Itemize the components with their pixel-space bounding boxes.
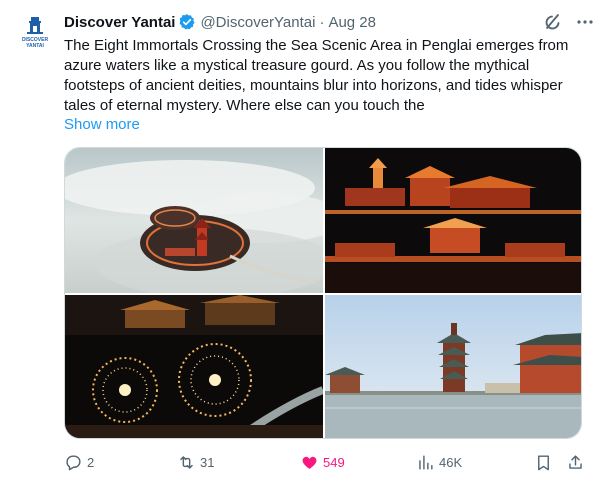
grok-icon[interactable] [543,12,563,32]
photo-pavilions-night[interactable] [325,148,581,293]
post-date[interactable]: Aug 28 [328,14,376,31]
retweet-icon [177,453,196,472]
like-button[interactable]: 549 [300,451,345,473]
tweet-text: The Eight Immortals Crossing the Sea Sce… [64,37,569,114]
like-count: 549 [323,454,345,470]
photo-aerial-penglai[interactable] [65,148,323,293]
media-grid [64,147,582,439]
display-name[interactable]: Discover Yantai [64,14,175,31]
views-icon [416,453,435,472]
photo-iron-fireworks[interactable] [65,295,323,438]
more-icon[interactable] [575,12,595,32]
retweet-count: 31 [200,454,215,470]
bookmark-button[interactable] [534,451,557,473]
reply-count: 2 [87,454,95,470]
reply-button[interactable]: 2 [64,451,94,473]
action-bar: 2 31 549 46K [64,451,584,473]
share-button[interactable] [566,451,589,473]
handle[interactable]: @DiscoverYantai [200,14,315,31]
reply-icon [64,453,83,472]
top-actions [543,12,595,32]
separator-dot: · [319,13,325,31]
views-button[interactable]: 46K [416,451,462,473]
retweet-button[interactable]: 31 [177,451,214,473]
share-icon [566,453,585,472]
show-more-link[interactable]: Show more [64,115,140,135]
bookmark-icon [534,453,553,472]
tweet-header: Discover Yantai @DiscoverYantai · Aug 28 [64,12,376,32]
tweet[interactable]: DISCOVER YANTAI Discover Yantai @Discove… [0,0,611,486]
svg-text:YANTAI: YANTAI [26,43,44,49]
avatar[interactable]: DISCOVER YANTAI [14,12,56,54]
views-count: 46K [439,454,463,470]
heart-icon [300,453,319,472]
verified-badge-icon[interactable] [178,13,196,31]
photo-pagoda-sea[interactable] [325,295,581,438]
